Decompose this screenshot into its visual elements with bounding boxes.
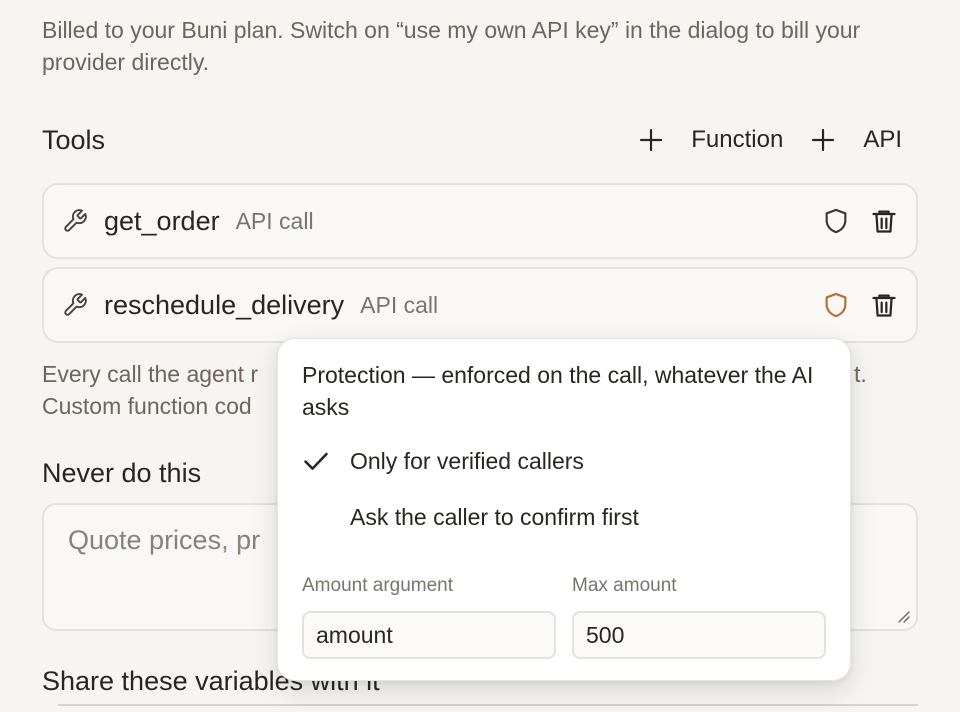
wrench-icon [64,293,87,316]
tools-actions: Function API [639,126,918,154]
trash-icon[interactable] [870,207,898,235]
tool-name: reschedule_delivery [104,289,345,320]
max-amount-input[interactable] [572,611,826,659]
tool-type: API call [360,291,439,318]
billing-note: Billed to your Buni plan. Switch on “use… [42,17,861,75]
checkmark-icon [304,452,328,470]
add-function-button[interactable]: Function [639,126,783,154]
protection-popover: Protection — enforced on the call, whate… [277,338,851,681]
option-label: Only for verified callers [350,447,584,474]
amount-argument-input[interactable] [302,611,556,659]
option-label: Ask the caller to confirm first [350,503,639,530]
add-function-label: Function [691,126,784,153]
max-amount-label: Max amount [572,575,677,596]
option-verified-callers[interactable]: Only for verified callers [302,447,584,475]
tool-row-reschedule-delivery[interactable]: reschedule_delivery API call [42,267,918,343]
tool-row-get-order[interactable]: get_order API call [42,183,918,259]
shield-icon-active[interactable] [822,291,850,319]
trash-icon[interactable] [870,291,898,319]
tool-name: get_order [104,205,220,236]
row-actions [822,291,898,319]
plus-icon [812,128,835,152]
row-actions [822,207,898,235]
amount-argument-label: Amount argument [302,575,454,596]
add-api-label: API [863,126,902,153]
add-api-button[interactable]: API [811,126,902,154]
shield-icon[interactable] [822,207,850,235]
agent-config-page: Billed to your Buni plan. Switch on “use… [0,0,960,712]
popover-title: Protection — enforced on the call, whate… [302,362,814,420]
tools-header: Tools Function API [42,120,918,160]
tools-title: Tools [42,124,106,155]
never-do-this-title: Never do this [42,458,202,488]
wrench-icon [64,209,87,232]
check-spacer [302,503,330,531]
calls-note-line1-end: t. [854,361,867,387]
option-confirm-first[interactable]: Ask the caller to confirm first [302,503,639,531]
resize-handle-icon[interactable] [896,609,910,623]
share-variables-box-edge [58,704,918,706]
tool-type: API call [235,207,314,234]
never-do-this-placeholder: Quote prices, pr [68,525,261,555]
plus-icon [640,128,663,152]
